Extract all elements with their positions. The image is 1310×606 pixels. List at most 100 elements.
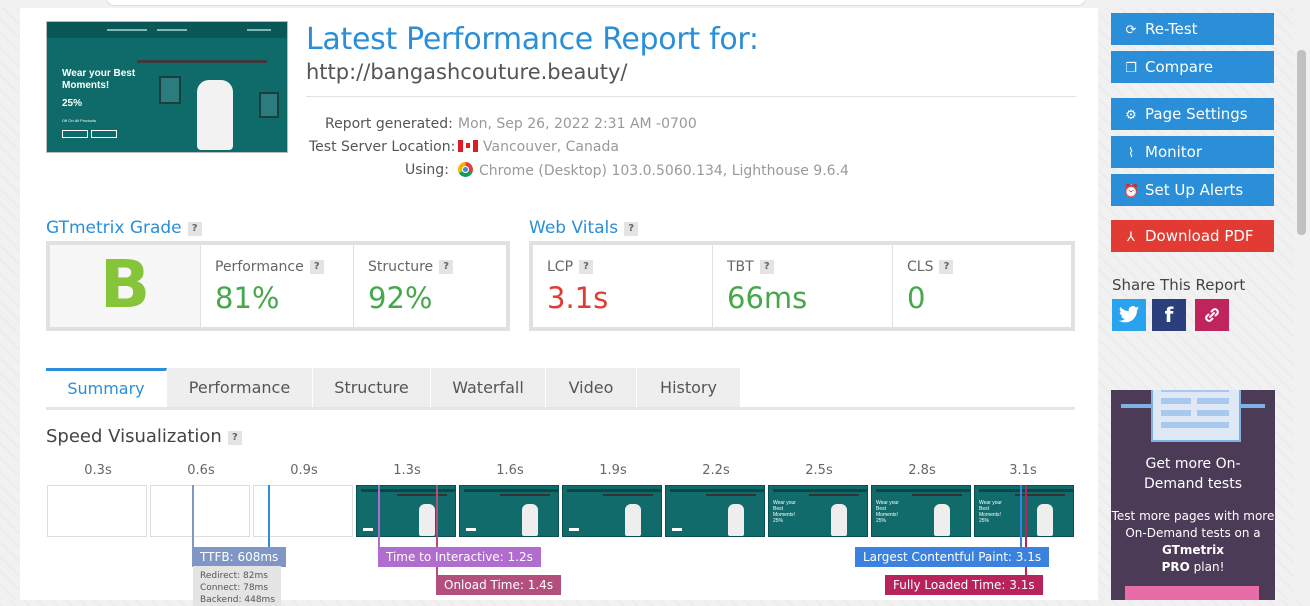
fully-loaded-label[interactable]: Fully Loaded Time: 3.1s: [885, 575, 1043, 595]
share-title: Share This Report: [1112, 276, 1246, 294]
filmstrip-frame[interactable]: [459, 485, 559, 537]
help-icon[interactable]: ?: [579, 260, 594, 274]
report-url[interactable]: http://bangashcouture.beauty/: [306, 60, 627, 84]
promo-pro: PRO: [1161, 560, 1190, 574]
filmstrip-frame[interactable]: [665, 485, 765, 537]
set-up-alerts-label: Set Up Alerts: [1145, 181, 1244, 199]
onload-label[interactable]: Onload Time: 1.4s: [436, 575, 562, 595]
lcp-label[interactable]: Largest Contentful Paint: 3.1s: [855, 547, 1050, 567]
tab-video[interactable]: Video: [546, 368, 637, 408]
thumb-navbar: [47, 22, 287, 38]
compare-button[interactable]: ❐ Compare: [1111, 51, 1274, 83]
page-settings-label: Page Settings: [1145, 105, 1248, 123]
thumb-discount: 25%: [62, 98, 83, 109]
filmstrip-frame[interactable]: [562, 485, 662, 537]
gtmetrix-grade-card: B Performance? 81% Structure? 92%: [46, 241, 510, 331]
canada-flag-icon: [458, 140, 478, 152]
ttfb-marker-line: [192, 485, 194, 547]
filmstrip-frame[interactable]: [47, 485, 147, 537]
facebook-icon[interactable]: f: [1152, 299, 1186, 331]
page-scrollbar[interactable]: [1294, 0, 1310, 600]
meta-server-location: Test Server Location: Vancouver, Canada: [0, 139, 700, 159]
filmstrip-frame[interactable]: Wear your Best Moments! 25%: [768, 485, 868, 537]
timeline-tick: 1.6s: [496, 463, 524, 478]
meta-label: Test Server Location:: [309, 139, 456, 155]
help-icon[interactable]: ?: [759, 260, 774, 274]
cls-label: CLS?: [907, 259, 954, 275]
timeline-tick: 0.6s: [187, 463, 215, 478]
tti-label[interactable]: Time to Interactive: 1.2s: [378, 547, 541, 567]
scrollbar-thumb[interactable]: [1297, 50, 1306, 235]
timeline-ticks: 0.3s 0.6s 0.9s 1.3s 1.6s 1.9s 2.2s 2.5s …: [46, 463, 1076, 481]
filmstrip-frame[interactable]: Wear your Best Moments! 25%: [871, 485, 971, 537]
filmstrip-frame[interactable]: [356, 485, 456, 537]
ttfb-breakdown: Redirect: 82ms Connect: 78ms Backend: 44…: [193, 566, 281, 606]
alarm-clock-icon: ⏰: [1123, 184, 1140, 199]
link-icon[interactable]: [1195, 299, 1229, 331]
help-icon[interactable]: ?: [939, 260, 954, 274]
pdf-icon: ⅄: [1127, 230, 1135, 245]
filmstrip-frame[interactable]: [150, 485, 250, 537]
tabs-underline: [46, 407, 1075, 410]
header-divider: [306, 96, 1076, 97]
tbt-label: TBT?: [727, 259, 774, 275]
filmstrip-frame[interactable]: Wear your Best Moments! 25%: [974, 485, 1074, 537]
meta-value: Chrome (Desktop) 103.0.5060.134, Lightho…: [479, 163, 849, 179]
lcp-label: LCP?: [547, 259, 594, 275]
tab-performance[interactable]: Performance: [167, 368, 313, 408]
tab-waterfall[interactable]: Waterfall: [431, 368, 546, 408]
ttfb-label[interactable]: TTFB: 608ms: [192, 547, 287, 567]
web-vitals-title: Web Vitals?: [529, 218, 639, 238]
performance-score: Performance? 81%: [200, 245, 353, 327]
promo-headline: Get more On-Demand tests: [1144, 456, 1242, 492]
tab-summary[interactable]: Summary: [46, 368, 167, 408]
help-icon[interactable]: ?: [624, 222, 639, 236]
help-icon[interactable]: ?: [309, 260, 324, 274]
tbt-metric: TBT? 66ms: [712, 245, 893, 327]
download-pdf-button[interactable]: ⅄ Download PDF: [1111, 220, 1274, 252]
web-vitals-label: Web Vitals: [529, 218, 619, 238]
thumb-frame: [159, 76, 181, 104]
monitor-label: Monitor: [1145, 143, 1203, 161]
retest-label: Re-Test: [1145, 20, 1198, 38]
gtmetrix-grade-label: GTmetrix Grade: [46, 218, 182, 238]
timeline-tick: 0.9s: [290, 463, 318, 478]
help-icon[interactable]: ?: [439, 260, 454, 274]
structure-label: Structure?: [368, 259, 454, 275]
meta-browser: Using: Chrome (Desktop) 103.0.5060.134, …: [0, 162, 849, 182]
performance-value: 81%: [215, 281, 280, 315]
meta-value: Mon, Sep 26, 2022 2:31 AM -0700: [458, 116, 697, 132]
timeline-tick: 0.3s: [84, 463, 112, 478]
promo-body: Test more pages with more On-Demand test…: [1111, 509, 1275, 574]
download-pdf-label: Download PDF: [1145, 227, 1254, 245]
tbt-value: 66ms: [727, 281, 808, 315]
retest-button[interactable]: ⟳ Re-Test: [1111, 13, 1274, 45]
tab-history[interactable]: History: [637, 368, 741, 408]
tab-structure[interactable]: Structure: [313, 368, 431, 408]
promo-illustration: [1151, 390, 1241, 442]
structure-value: 92%: [368, 281, 433, 315]
help-icon[interactable]: ?: [227, 431, 242, 445]
monitor-button[interactable]: ⌇ Monitor: [1111, 136, 1274, 168]
frame-text: Wear your Best Moments! 25%: [876, 500, 899, 524]
promo-cta-button[interactable]: [1125, 586, 1259, 600]
speed-visualization-title: Speed Visualization?: [46, 426, 242, 447]
gear-icon: ⚙: [1125, 108, 1137, 123]
ttfb-redirect: Redirect: 82ms: [200, 571, 268, 581]
timeline-tick: 1.3s: [393, 463, 421, 478]
meta-report-generated: Report generated: Mon, Sep 26, 2022 2:31…: [0, 116, 700, 136]
page-settings-button[interactable]: ⚙ Page Settings: [1111, 98, 1274, 130]
ttfb-backend: Backend: 448ms: [200, 595, 276, 605]
pro-plan-promo[interactable]: Get more On-Demand tests Test more pages…: [1111, 390, 1275, 600]
lcp-metric: LCP? 3.1s: [533, 245, 715, 327]
help-icon[interactable]: ?: [187, 222, 202, 236]
tti-marker-line: [378, 485, 380, 547]
address-bar-edge: [105, 0, 1087, 6]
timeline-tick: 3.1s: [1009, 463, 1037, 478]
meta-label: Report generated:: [325, 116, 453, 132]
set-up-alerts-button[interactable]: ⏰ Set Up Alerts: [1111, 174, 1274, 206]
twitter-icon[interactable]: [1112, 299, 1146, 331]
cls-value: 0: [907, 281, 926, 315]
timeline-tick: 2.5s: [805, 463, 833, 478]
grade-letter: B: [50, 245, 200, 327]
